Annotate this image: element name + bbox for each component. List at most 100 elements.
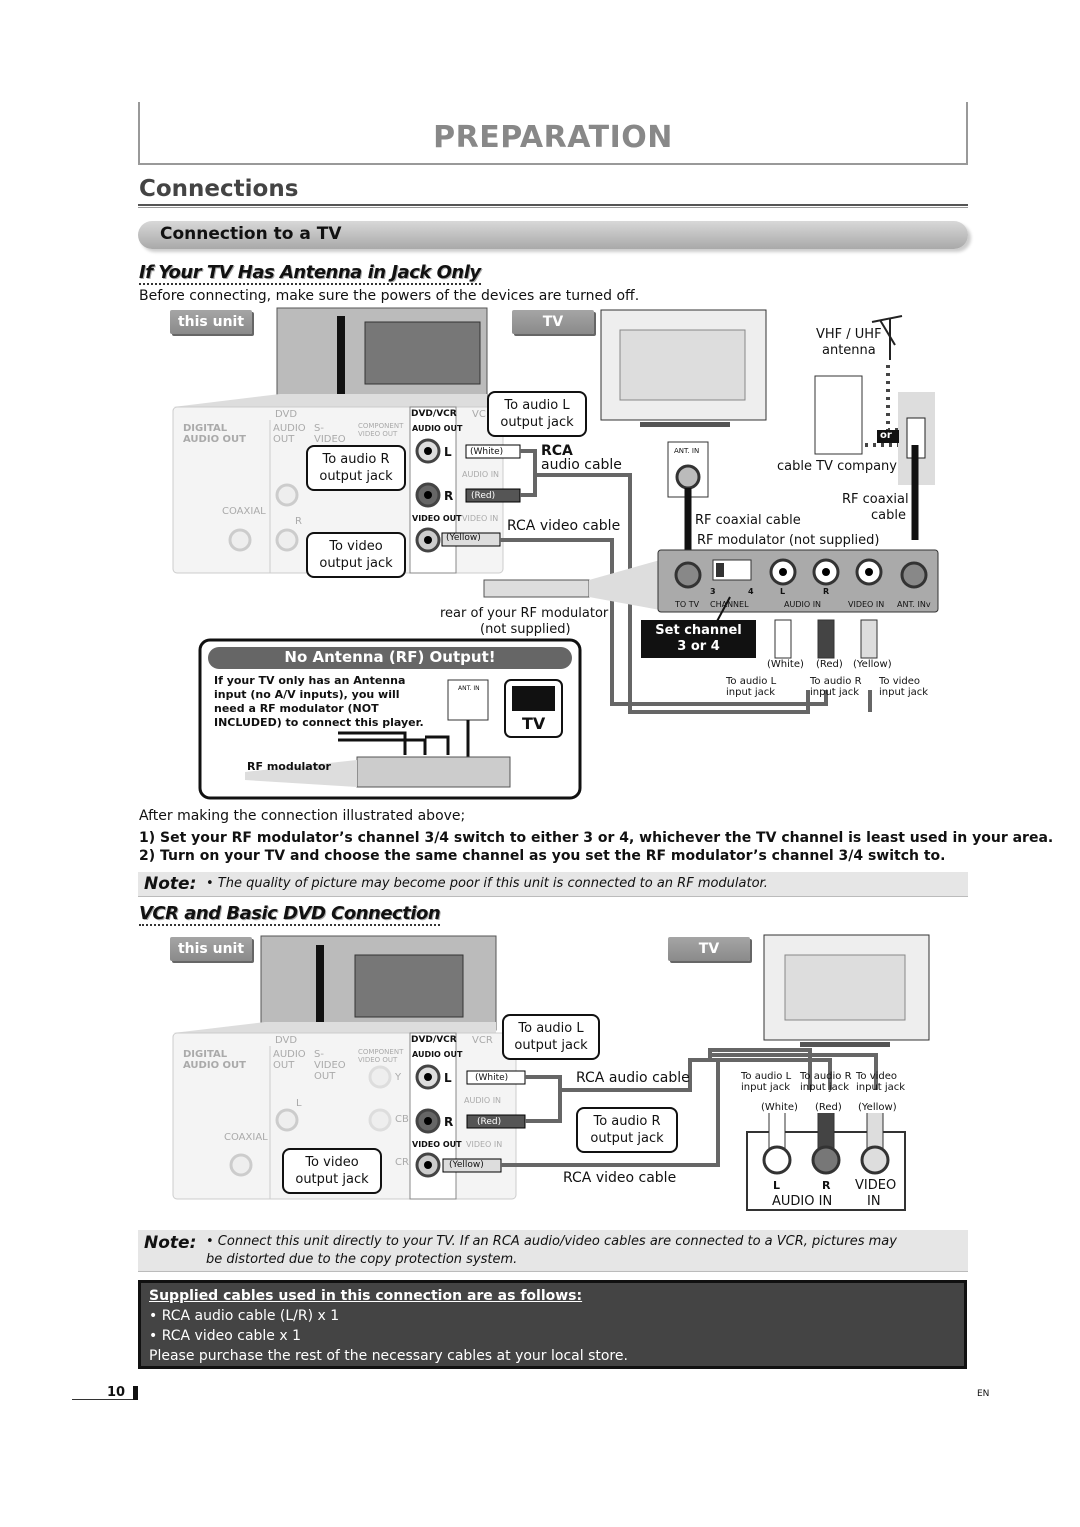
box-rf-modulator-label: RF modulator bbox=[247, 760, 331, 773]
tv-video: VIDEO bbox=[855, 1178, 897, 1193]
tv-ant-in-label: ANT. IN bbox=[674, 447, 700, 455]
note-1: Note: • The quality of picture may becom… bbox=[138, 872, 968, 897]
rf-coax-right-label-2: cable bbox=[871, 508, 906, 523]
no-antenna-text: If your TV only has an Antenna input (no… bbox=[214, 674, 424, 729]
panel2-svideo: S-VIDEO OUT bbox=[314, 1049, 346, 1082]
panel-r-label: R bbox=[295, 516, 302, 527]
mod-ant-in: ANT. INv bbox=[897, 600, 931, 609]
note2-text: • Connect this unit directly to your TV.… bbox=[206, 1234, 897, 1267]
tv-l: L bbox=[773, 1179, 781, 1192]
tv-white: (White) bbox=[761, 1102, 798, 1113]
jack-r-label: R bbox=[444, 489, 454, 503]
this-unit-tag-2: this unit bbox=[170, 937, 252, 961]
jack2-l: L bbox=[444, 1071, 452, 1085]
supplied-cables-box: Supplied cables used in this connection … bbox=[138, 1280, 967, 1369]
rca2-video-label: RCA video cable bbox=[563, 1170, 677, 1186]
panel-dvdvcr-label: DVD/VCR bbox=[411, 409, 457, 419]
panel-component-label: COMPONENT VIDEO OUT bbox=[358, 422, 404, 438]
panel2-video-out: VIDEO OUT bbox=[412, 1140, 462, 1149]
panel-audio-in-label: AUDIO IN bbox=[462, 470, 500, 479]
box-tv-label: TV bbox=[522, 714, 546, 733]
tv-in: IN bbox=[867, 1194, 881, 1209]
mod-channel: CHANNEL bbox=[710, 600, 749, 609]
panel2-cb: CB bbox=[395, 1114, 409, 1125]
note-label: Note: bbox=[144, 874, 197, 894]
panel-digital-label: DIGITAL AUDIO OUT bbox=[183, 423, 246, 445]
panel2-component: COMPONENT VIDEO OUT bbox=[358, 1048, 404, 1064]
part2-title: VCR and Basic DVD Connection bbox=[139, 903, 441, 926]
box-ant-in: ANT. IN bbox=[458, 685, 480, 692]
panel-video-out-label: VIDEO OUT bbox=[412, 514, 462, 523]
mod-audio-in: AUDIO IN bbox=[784, 600, 822, 609]
mod-red: (Red) bbox=[816, 659, 843, 670]
panel-dvd-label: DVD bbox=[275, 409, 298, 420]
mod-ch3: 3 bbox=[710, 587, 716, 596]
supplied-item: • RCA audio cable (L/R) x 1 bbox=[149, 1308, 340, 1324]
supplied-item: • RCA video cable x 1 bbox=[149, 1328, 302, 1344]
plug-yellow-label: (Yellow) bbox=[446, 533, 481, 543]
callout2-audio-l: To audio L output jack bbox=[502, 1014, 600, 1060]
panel2-digital: DIGITAL AUDIO OUT bbox=[183, 1049, 246, 1071]
no-antenna-title: No Antenna (RF) Output! bbox=[284, 648, 496, 666]
jack-l-label: L bbox=[444, 445, 452, 459]
panel-vcr-label: VC bbox=[472, 409, 486, 420]
rca-video-label: RCA video cable bbox=[507, 518, 621, 534]
language-label: EN bbox=[977, 1389, 990, 1399]
in-v-label: To video input jack bbox=[879, 676, 929, 698]
rf-coax-left-label: RF coaxial cable bbox=[695, 513, 801, 528]
in2-v-label: To video input jack bbox=[856, 1071, 906, 1093]
after-text: After making the connection illustrated … bbox=[139, 808, 466, 824]
note-text: • The quality of picture may become poor… bbox=[206, 876, 768, 891]
this-unit-tag: this unit bbox=[170, 310, 252, 334]
mod-yellow: (Yellow) bbox=[853, 659, 892, 670]
mod-ch4: 4 bbox=[748, 587, 754, 596]
in2-r-label: To audio R input jack bbox=[800, 1071, 852, 1093]
antenna-label: VHF / UHF bbox=[816, 327, 882, 342]
callout-video: To video output jack bbox=[306, 532, 406, 578]
page-marker bbox=[133, 1386, 138, 1400]
note-2: Note: • Connect this unit directly to yo… bbox=[138, 1230, 968, 1272]
step-2: 2) Turn on your TV and choose the same c… bbox=[139, 848, 946, 864]
panel2-cr: CR bbox=[395, 1157, 409, 1168]
mod-video-in: VIDEO IN bbox=[848, 600, 885, 609]
panel-video-in-label: VIDEO IN bbox=[462, 514, 499, 523]
panel-coaxial-label: COAXIAL bbox=[222, 506, 266, 517]
tv-tag: TV bbox=[512, 310, 594, 334]
cable-company-label: cable TV company bbox=[777, 459, 897, 474]
rf-modulator-label: RF modulator (not supplied) bbox=[697, 533, 880, 548]
panel2-audio-in: AUDIO IN bbox=[464, 1096, 502, 1105]
callout-audio-r: To audio R output jack bbox=[306, 445, 406, 491]
tv-yellow: (Yellow) bbox=[858, 1102, 897, 1113]
plug-red-label: (Red) bbox=[471, 491, 496, 501]
plug2-red: (Red) bbox=[477, 1117, 502, 1127]
mod-white: (White) bbox=[767, 659, 804, 670]
note2-label: Note: bbox=[144, 1233, 197, 1253]
in2-l-label: To audio L input jack bbox=[741, 1071, 792, 1093]
rca-audio-label-2: audio cable bbox=[541, 457, 622, 473]
panel2-coaxial: COAXIAL bbox=[224, 1132, 268, 1143]
in-r-label: To audio R input jack bbox=[810, 676, 862, 698]
step-1: 1) Set your RF modulator’s channel 3/4 s… bbox=[139, 830, 1054, 846]
rear-modulator-label-2: (not supplied) bbox=[480, 622, 571, 637]
plug-white-label: (White) bbox=[470, 447, 504, 457]
in-l-label: To audio L input jack bbox=[726, 676, 777, 698]
rca2-audio-label: RCA audio cable bbox=[576, 1070, 690, 1086]
supplied-footer: Please purchase the rest of the necessar… bbox=[149, 1348, 628, 1364]
panel2-y: Y bbox=[395, 1072, 402, 1083]
callout2-audio-r: To audio R output jack bbox=[576, 1107, 678, 1153]
set-channel-badge: Set channel 3 or 4 bbox=[641, 620, 756, 658]
mod-to-tv: TO TV bbox=[675, 600, 700, 609]
tv-red: (Red) bbox=[815, 1102, 842, 1113]
panel2-dvd: DVD bbox=[275, 1035, 298, 1046]
plug2-white: (White) bbox=[475, 1073, 509, 1083]
callout-audio-l: To audio L output jack bbox=[487, 391, 587, 437]
panel2-l: L bbox=[296, 1098, 302, 1109]
or-label: or bbox=[880, 430, 892, 441]
rf-coax-right-label: RF coaxial bbox=[842, 492, 909, 507]
callout2-video: To video output jack bbox=[282, 1148, 382, 1194]
panel2-video-in: VIDEO IN bbox=[466, 1140, 503, 1149]
tv-tag-2: TV bbox=[668, 937, 750, 961]
tv-r: R bbox=[822, 1179, 831, 1192]
panel2-dvdvcr: DVD/VCR bbox=[411, 1035, 457, 1045]
panel2-audio-out: AUDIO OUT bbox=[273, 1049, 306, 1071]
